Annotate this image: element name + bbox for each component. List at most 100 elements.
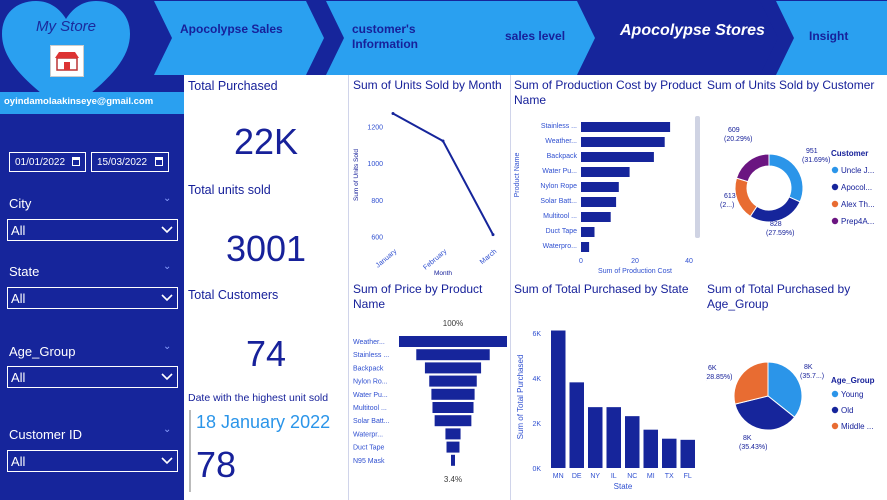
legend-swatch bbox=[831, 183, 839, 191]
funnel-bar bbox=[431, 388, 475, 400]
x-tick-label: MI bbox=[647, 473, 655, 480]
funnel-top-label: 100% bbox=[443, 319, 463, 328]
chart-title-price-by-product: Sum of Price by Product Name bbox=[353, 282, 483, 311]
x-axis-title: Sum of Production Cost bbox=[598, 268, 672, 275]
x-tick-label: NC bbox=[627, 473, 637, 480]
y-tick-label: Waterpr... bbox=[353, 431, 383, 438]
data-label: 8K bbox=[804, 364, 813, 371]
y-tick-label: Multitool ... bbox=[543, 213, 577, 220]
funnel-chart-price-by-product[interactable]: 100% Weather... Stainless ... Backpack Nylon… bbox=[349, 312, 510, 500]
date-end-input[interactable]: 15/03/2022 bbox=[91, 152, 169, 172]
data-label: (27.59%) bbox=[766, 230, 794, 237]
chevron-down-icon[interactable]: ⌄ bbox=[163, 341, 171, 352]
data-label: 8K bbox=[743, 435, 752, 442]
funnel-bar bbox=[429, 375, 477, 387]
chart-title-production-cost: Sum of Production Cost by Product Name bbox=[514, 78, 702, 107]
x-tick-label: NY bbox=[590, 473, 600, 480]
chevron-down-icon[interactable]: ⌄ bbox=[163, 193, 171, 204]
user-email: oyindamolaakinseye@gmail.com bbox=[0, 92, 184, 114]
x-tick-label: March bbox=[479, 248, 498, 266]
y-tick-label: 2K bbox=[532, 421, 541, 428]
y-axis-title: Product Name bbox=[514, 153, 521, 198]
store-logo-icon bbox=[50, 45, 84, 77]
x-tick-label: 20 bbox=[631, 258, 639, 265]
chevron-down-icon[interactable]: ⌄ bbox=[163, 261, 171, 272]
legend-title: Customer bbox=[831, 149, 868, 158]
legend-label: Apocol... bbox=[841, 183, 872, 192]
bar bbox=[581, 182, 619, 192]
donut-slice bbox=[749, 196, 801, 223]
customer-id-dropdown[interactable]: All bbox=[7, 450, 178, 472]
divider bbox=[189, 410, 191, 492]
chevron-down-icon[interactable]: ⌄ bbox=[163, 424, 171, 435]
donut-chart-units-by-customer[interactable]: 951 (31.69%) 828 (27.59%) 613 (2...) 609 (20.29… bbox=[706, 96, 887, 280]
funnel-bar bbox=[424, 362, 482, 374]
bar bbox=[581, 167, 630, 177]
legend-swatch bbox=[831, 422, 839, 430]
line-series bbox=[392, 112, 494, 236]
legend-title: Age_Group bbox=[831, 376, 875, 385]
bar-chart-purchased-by-state[interactable]: 0K 2K 4K 6K MN DE NY IL NC MI TX FL State Sum of Tota… bbox=[511, 300, 706, 500]
data-label: 613 bbox=[724, 193, 736, 200]
bar bbox=[581, 137, 665, 147]
y-tick-label: Multitool ... bbox=[353, 405, 387, 412]
y-tick-label: 600 bbox=[371, 234, 383, 241]
city-dropdown-value: All bbox=[11, 223, 26, 238]
legend-swatch bbox=[831, 166, 839, 174]
pie-chart-purchased-by-age[interactable]: 8K (35.7...) 8K (35.43%) 6K (28.85%) Age_Group… bbox=[706, 312, 887, 500]
funnel-bar bbox=[446, 441, 460, 453]
y-tick-label: Solar Batt... bbox=[540, 198, 577, 205]
y-axis-title: Sum of Total Purchased bbox=[516, 355, 525, 440]
city-dropdown[interactable]: All bbox=[7, 219, 178, 241]
x-tick-label: IL bbox=[611, 473, 617, 480]
bar bbox=[581, 152, 654, 162]
units-sold-label: Total units sold bbox=[188, 183, 271, 197]
y-tick-label: Stainless ... bbox=[541, 123, 577, 130]
state-dropdown-value: All bbox=[11, 291, 26, 306]
bar-chart-production-cost[interactable]: Stainless ... Weather... Backpack Water Pu.… bbox=[511, 108, 706, 280]
nav-customers-information[interactable]: customer's Information bbox=[326, 1, 496, 75]
calendar-icon[interactable] bbox=[72, 157, 80, 166]
y-tick-label: 6K bbox=[532, 331, 541, 338]
state-dropdown[interactable]: All bbox=[7, 287, 178, 309]
legend-label: Prep4A... bbox=[841, 217, 874, 226]
chevron-down-icon bbox=[161, 373, 173, 381]
calendar-icon[interactable] bbox=[155, 157, 163, 166]
legend-swatch bbox=[831, 390, 839, 398]
chevron-down-icon bbox=[161, 294, 173, 302]
bar bbox=[643, 429, 658, 468]
date-start-value: 01/01/2022 bbox=[15, 157, 66, 168]
legend-label: Uncle J... bbox=[841, 166, 874, 175]
y-tick-label: 0K bbox=[532, 466, 541, 473]
y-tick-label: Nylon Rope bbox=[540, 183, 577, 190]
bar bbox=[625, 416, 640, 468]
x-tick-label: 0 bbox=[579, 258, 583, 265]
funnel-bar bbox=[434, 415, 472, 427]
y-tick-label: Waterpro... bbox=[543, 243, 577, 250]
data-label: 951 bbox=[806, 148, 818, 155]
donut-slice bbox=[768, 153, 804, 203]
x-tick-label: DE bbox=[572, 473, 582, 480]
data-label: (35.7...) bbox=[800, 373, 824, 380]
line-chart-units-by-month[interactable]: 600 800 1000 1200 January February March Month S… bbox=[349, 96, 510, 280]
nav-label: sales level bbox=[505, 29, 566, 43]
bar bbox=[680, 439, 695, 468]
y-tick-label: Water Pu... bbox=[353, 392, 388, 399]
nav-apocolypse-sales[interactable]: Apocolypse Sales bbox=[154, 1, 324, 75]
data-point bbox=[391, 112, 395, 116]
age-group-dropdown[interactable]: All bbox=[7, 366, 178, 388]
age-group-dropdown-value: All bbox=[11, 370, 26, 385]
data-label: 609 bbox=[728, 127, 740, 134]
nav-insight[interactable]: Insight bbox=[776, 1, 887, 75]
data-label: (2...) bbox=[720, 202, 734, 209]
date-start-input[interactable]: 01/01/2022 bbox=[9, 152, 86, 172]
donut-slice bbox=[735, 153, 770, 183]
chart-title-purchased-by-state: Sum of Total Purchased by State bbox=[514, 282, 689, 296]
total-purchased-value: 22K bbox=[233, 121, 299, 162]
bar bbox=[581, 242, 590, 252]
top-date-label: Date with the highest unit sold bbox=[188, 392, 329, 404]
total-purchased-label: Total Purchased bbox=[188, 79, 278, 93]
units-sold-value: 3001 bbox=[225, 228, 307, 269]
data-point bbox=[441, 139, 445, 143]
nav-apocolypse-stores[interactable]: Apocolypse Stores bbox=[578, 1, 778, 75]
